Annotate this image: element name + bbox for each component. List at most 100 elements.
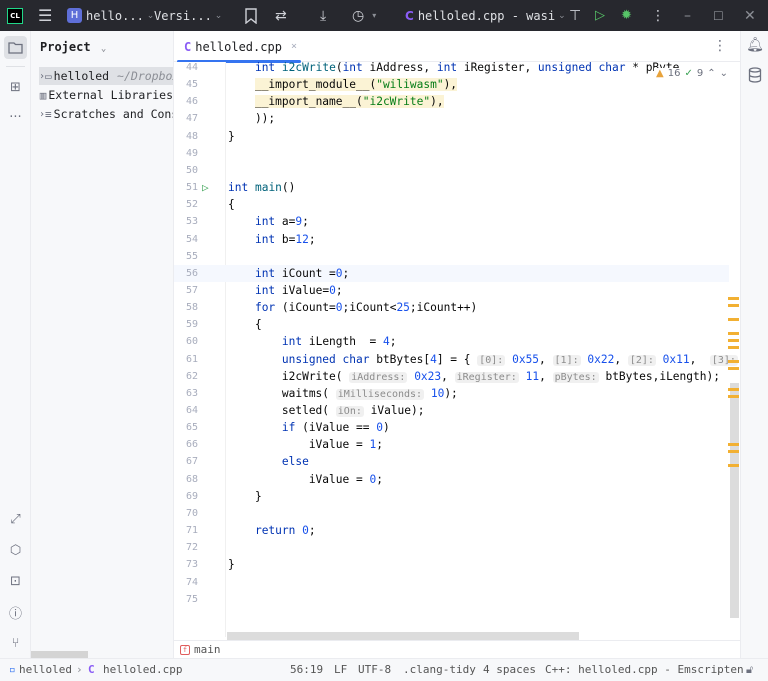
line-number[interactable]: 63 — [174, 385, 198, 402]
code-line[interactable]: 69 } — [174, 488, 729, 505]
line-number[interactable]: 58 — [174, 299, 198, 316]
close-tab-icon[interactable]: × — [291, 41, 297, 52]
run-icon[interactable]: ▷ — [595, 0, 605, 31]
line-number[interactable]: 69 — [174, 488, 198, 505]
code-line[interactable]: 62 i2cWrite( iAddress: 0x23, iRegister: … — [174, 368, 729, 385]
code-line[interactable]: 71 return 0; — [174, 522, 729, 539]
app-logo[interactable]: CL — [7, 0, 23, 31]
line-number[interactable]: 45 — [174, 76, 198, 93]
line-number[interactable]: 51 — [174, 179, 198, 196]
line-number[interactable]: 49 — [174, 145, 198, 162]
tab-helloled-cpp[interactable]: C helloled.cpp × — [174, 31, 300, 62]
minimize-icon[interactable]: – — [684, 0, 691, 31]
tree-item-helloled[interactable]: › ▭ helloled ~/Dropbox — [39, 67, 173, 85]
line-number[interactable]: 55 — [174, 248, 198, 265]
line-number[interactable]: 53 — [174, 213, 198, 230]
status-path-file[interactable]: helloled.cpp — [103, 663, 182, 676]
profile-run-icon[interactable]: ◷ ▾ — [352, 0, 376, 31]
warning-stripe[interactable] — [728, 443, 739, 446]
line-number[interactable]: 73 — [174, 556, 198, 573]
warning-stripe[interactable] — [728, 450, 739, 453]
project-switcher[interactable]: H hello... ⌄ — [67, 0, 154, 31]
services-icon[interactable]: ⤢ — [4, 508, 27, 531]
line-number[interactable]: 59 — [174, 316, 198, 333]
line-number[interactable]: 47 — [174, 110, 198, 127]
code-line[interactable]: 67 else — [174, 453, 729, 470]
warning-stripe[interactable] — [728, 464, 739, 467]
code-line[interactable]: 44 int i2cWrite(int iAddress, int iRegis… — [174, 62, 729, 76]
code-line[interactable]: 45 __import_module__("wiliwasm"), — [174, 76, 729, 93]
database-icon[interactable] — [746, 67, 764, 87]
file-encoding[interactable]: UTF-8 — [358, 663, 391, 676]
code-line[interactable]: 48} — [174, 128, 729, 145]
tree-item-external-libraries[interactable]: ▥ External Libraries — [39, 86, 173, 104]
code-line[interactable]: 66 iValue = 1; — [174, 436, 729, 453]
code-line[interactable]: 47 )); — [174, 110, 729, 127]
warning-stripe[interactable] — [728, 395, 739, 398]
line-number[interactable]: 62 — [174, 368, 198, 385]
code-line[interactable]: 60 int iLength = 4; — [174, 333, 729, 350]
notifications-icon[interactable]: 🔔︎ — [746, 37, 764, 57]
prev-highlight-icon[interactable]: ⌃ — [707, 68, 715, 79]
line-number[interactable]: 65 — [174, 419, 198, 436]
code-line[interactable]: 64 setled( iOn: iValue); — [174, 402, 729, 419]
git-icon[interactable]: ⑂ — [4, 632, 27, 655]
warning-stripe[interactable] — [728, 332, 739, 335]
build-hammer-icon[interactable]: ⊤ — [569, 0, 581, 31]
code-line[interactable]: 74 — [174, 574, 729, 591]
line-number[interactable]: 57 — [174, 282, 198, 299]
code-line[interactable]: 61 unsigned char btBytes[4] = { [0]: 0x5… — [174, 351, 738, 368]
line-number[interactable]: 71 — [174, 522, 198, 539]
line-number[interactable]: 48 — [174, 128, 198, 145]
project-horizontal-scrollbar[interactable] — [31, 651, 88, 658]
code-line[interactable]: 73} — [174, 556, 729, 573]
code-line[interactable]: 72 — [174, 539, 729, 556]
more-icon[interactable]: ⋮ — [651, 0, 665, 31]
warning-stripe[interactable] — [728, 304, 739, 307]
code-line[interactable]: 59 { — [174, 316, 729, 333]
maximize-icon[interactable]: ☐ — [713, 0, 724, 31]
menu-icon[interactable]: ☰ — [38, 0, 52, 31]
download-icon[interactable]: ⤓ — [320, 0, 326, 31]
tree-item-scratches[interactable]: › ≡ Scratches and Consoles — [39, 105, 173, 123]
code-line[interactable]: 58 for (iCount=0;iCount<25;iCount++) — [174, 299, 729, 316]
linter-config[interactable]: .clang-tidy — [403, 663, 476, 676]
code-line[interactable]: 52 { — [174, 196, 729, 213]
indent-setting[interactable]: 4 spaces — [483, 663, 536, 676]
code-line[interactable]: 53 int a=9; — [174, 213, 729, 230]
line-number[interactable]: 61 — [174, 351, 198, 368]
debug-icon[interactable]: ✹ — [621, 0, 632, 31]
tab-more-icon[interactable]: ⋮ — [713, 38, 727, 54]
line-number[interactable]: 52 — [174, 196, 198, 213]
warning-stripe[interactable] — [728, 367, 739, 370]
breadcrumb-function[interactable]: main — [194, 643, 221, 656]
code-line[interactable]: 75 — [174, 591, 729, 608]
code-area[interactable]: 44 int i2cWrite(int iAddress, int iRegis… — [174, 62, 741, 637]
code-line[interactable]: 54 int b=12; — [174, 231, 729, 248]
line-number[interactable]: 46 — [174, 93, 198, 110]
project-folder-icon[interactable] — [4, 36, 27, 59]
code-line[interactable]: 51 ▷ int main() — [174, 179, 729, 196]
code-line[interactable]: 55 — [174, 248, 729, 265]
line-number[interactable]: 44 — [174, 62, 198, 76]
code-line[interactable]: 70 — [174, 505, 729, 522]
next-highlight-icon[interactable]: ⌄ — [720, 68, 728, 79]
code-line[interactable]: 68 iValue = 0; — [174, 471, 729, 488]
code-line[interactable]: 63 waitms( iMilliseconds: 10); — [174, 385, 729, 402]
code-line[interactable]: 57 int iValue=0; — [174, 282, 729, 299]
warning-stripe[interactable] — [728, 318, 739, 321]
run-tool-icon[interactable]: ⬡ — [4, 539, 27, 562]
line-number[interactable]: 74 — [174, 574, 198, 591]
line-number[interactable]: 67 — [174, 453, 198, 470]
close-icon[interactable]: ✕ — [744, 0, 756, 31]
line-number[interactable]: 70 — [174, 505, 198, 522]
caret-position[interactable]: 56:19 — [290, 663, 323, 676]
line-number[interactable]: 54 — [174, 231, 198, 248]
line-number[interactable]: 60 — [174, 333, 198, 350]
resolve-context[interactable]: C++: helloled.cpp - Emscripten — [545, 663, 744, 676]
structure-icon[interactable]: ⊞ — [4, 76, 27, 99]
run-config-selector[interactable]: C helloled.cpp - wasi ⌄ — [405, 0, 566, 31]
more-tools-icon[interactable]: ··· — [4, 106, 27, 129]
problems-icon[interactable]: ⓘ — [4, 601, 27, 624]
code-line[interactable]: 49 — [174, 145, 729, 162]
